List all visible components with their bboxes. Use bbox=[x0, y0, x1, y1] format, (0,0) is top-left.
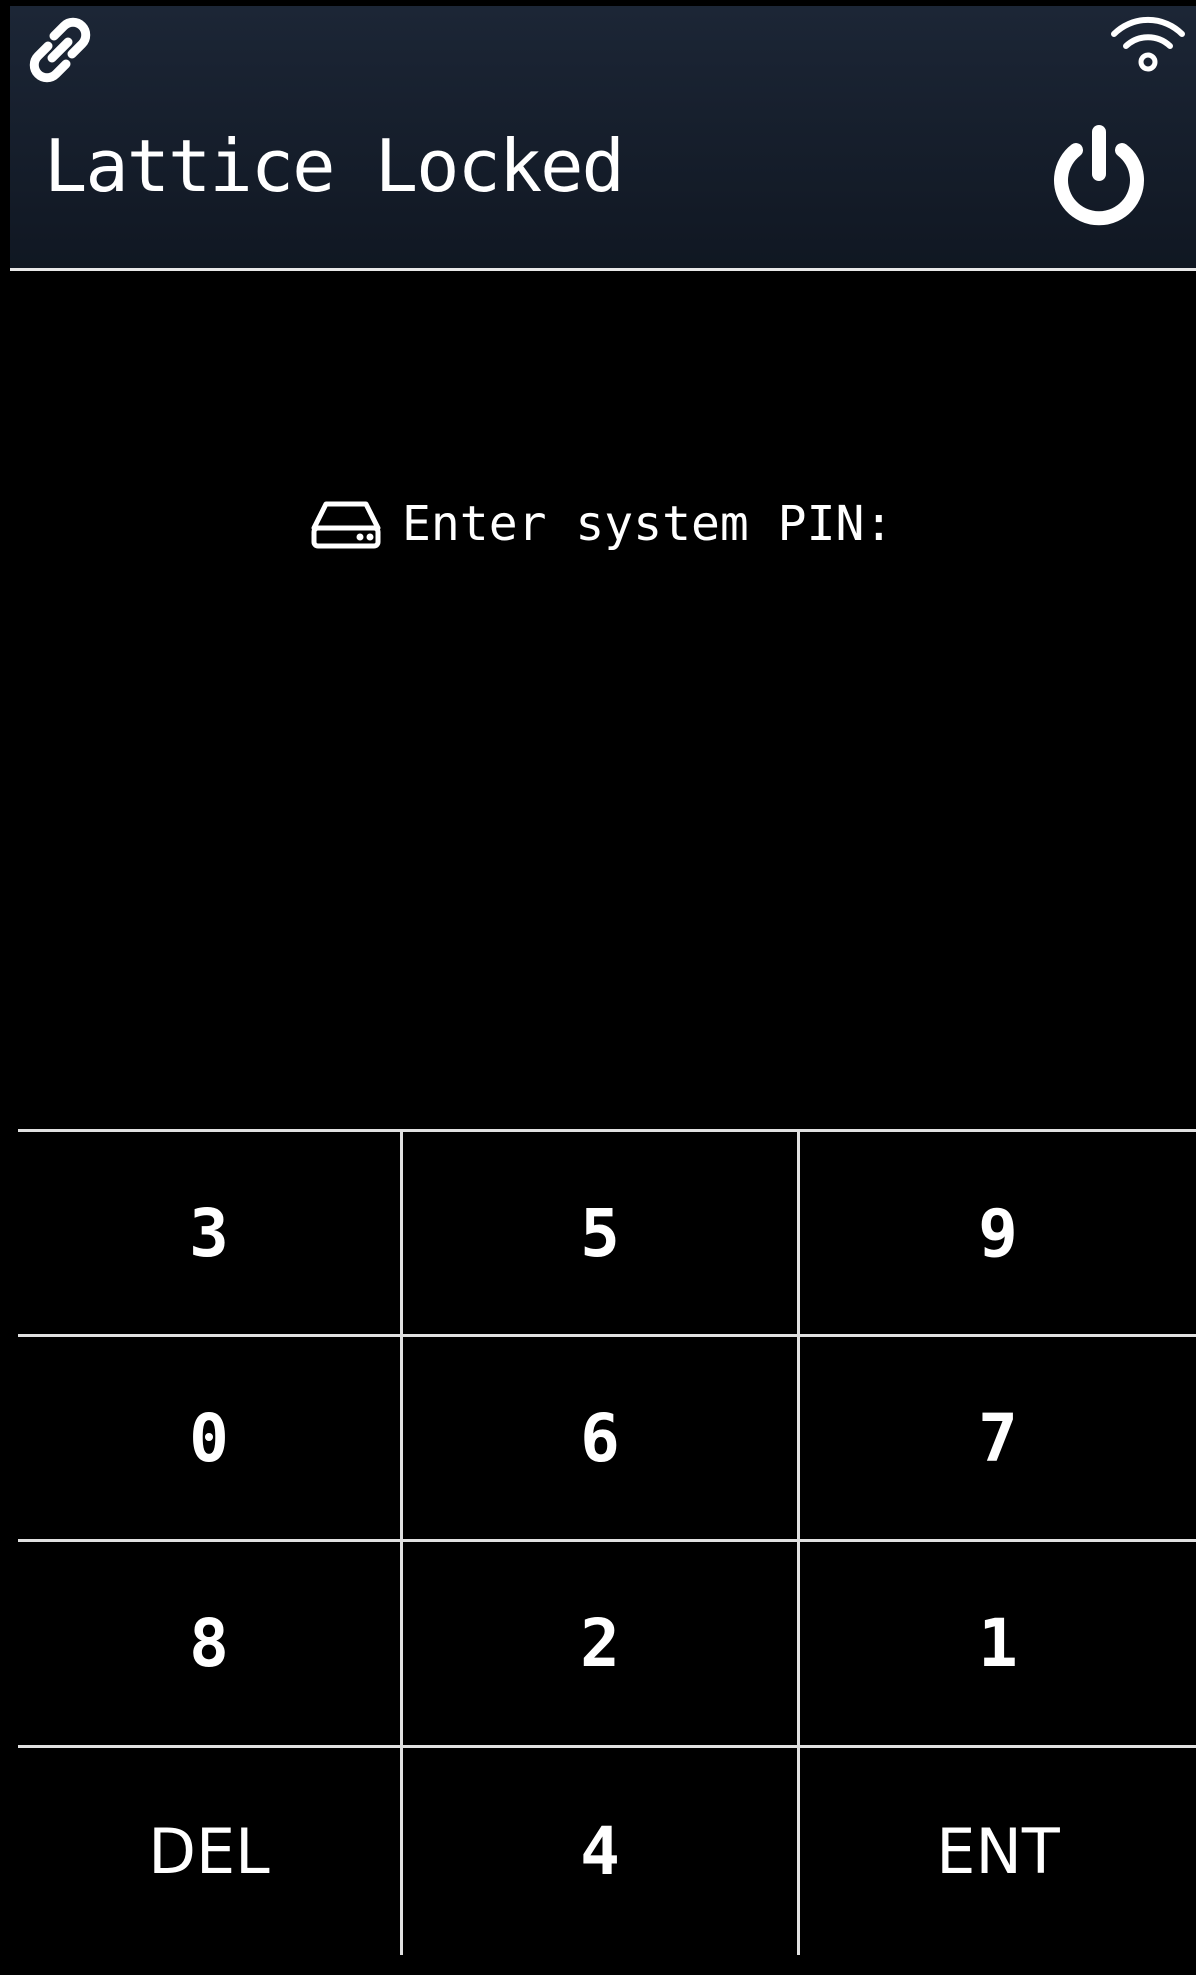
key-0[interactable]: 0 bbox=[18, 1337, 403, 1542]
key-7[interactable]: 7 bbox=[800, 1337, 1196, 1542]
power-icon[interactable] bbox=[1044, 122, 1154, 232]
key-4[interactable]: 4 bbox=[403, 1748, 800, 1955]
delete-button[interactable]: DEL bbox=[18, 1748, 403, 1955]
key-8[interactable]: 8 bbox=[18, 1542, 403, 1748]
key-5[interactable]: 5 bbox=[403, 1132, 800, 1337]
pin-keypad: 3 5 9 0 6 7 8 2 1 DEL 4 ENT bbox=[18, 1129, 1196, 1975]
key-3[interactable]: 3 bbox=[18, 1132, 403, 1337]
prompt-text: Enter system PIN: bbox=[402, 496, 894, 552]
page-title: Lattice Locked bbox=[44, 124, 625, 208]
wifi-icon bbox=[1111, 16, 1185, 72]
key-1[interactable]: 1 bbox=[800, 1542, 1196, 1748]
key-9[interactable]: 9 bbox=[800, 1132, 1196, 1337]
pin-prompt: Enter system PIN: bbox=[310, 494, 893, 554]
header-bar: Lattice Locked bbox=[10, 6, 1196, 271]
key-6[interactable]: 6 bbox=[403, 1337, 800, 1542]
link-icon bbox=[29, 17, 91, 83]
hard-drive-icon bbox=[311, 501, 381, 549]
key-2[interactable]: 2 bbox=[403, 1542, 800, 1748]
enter-button[interactable]: ENT bbox=[800, 1748, 1196, 1955]
lock-screen: Lattice Locked Enter system PIN: 3 5 9 0… bbox=[10, 6, 1196, 1972]
